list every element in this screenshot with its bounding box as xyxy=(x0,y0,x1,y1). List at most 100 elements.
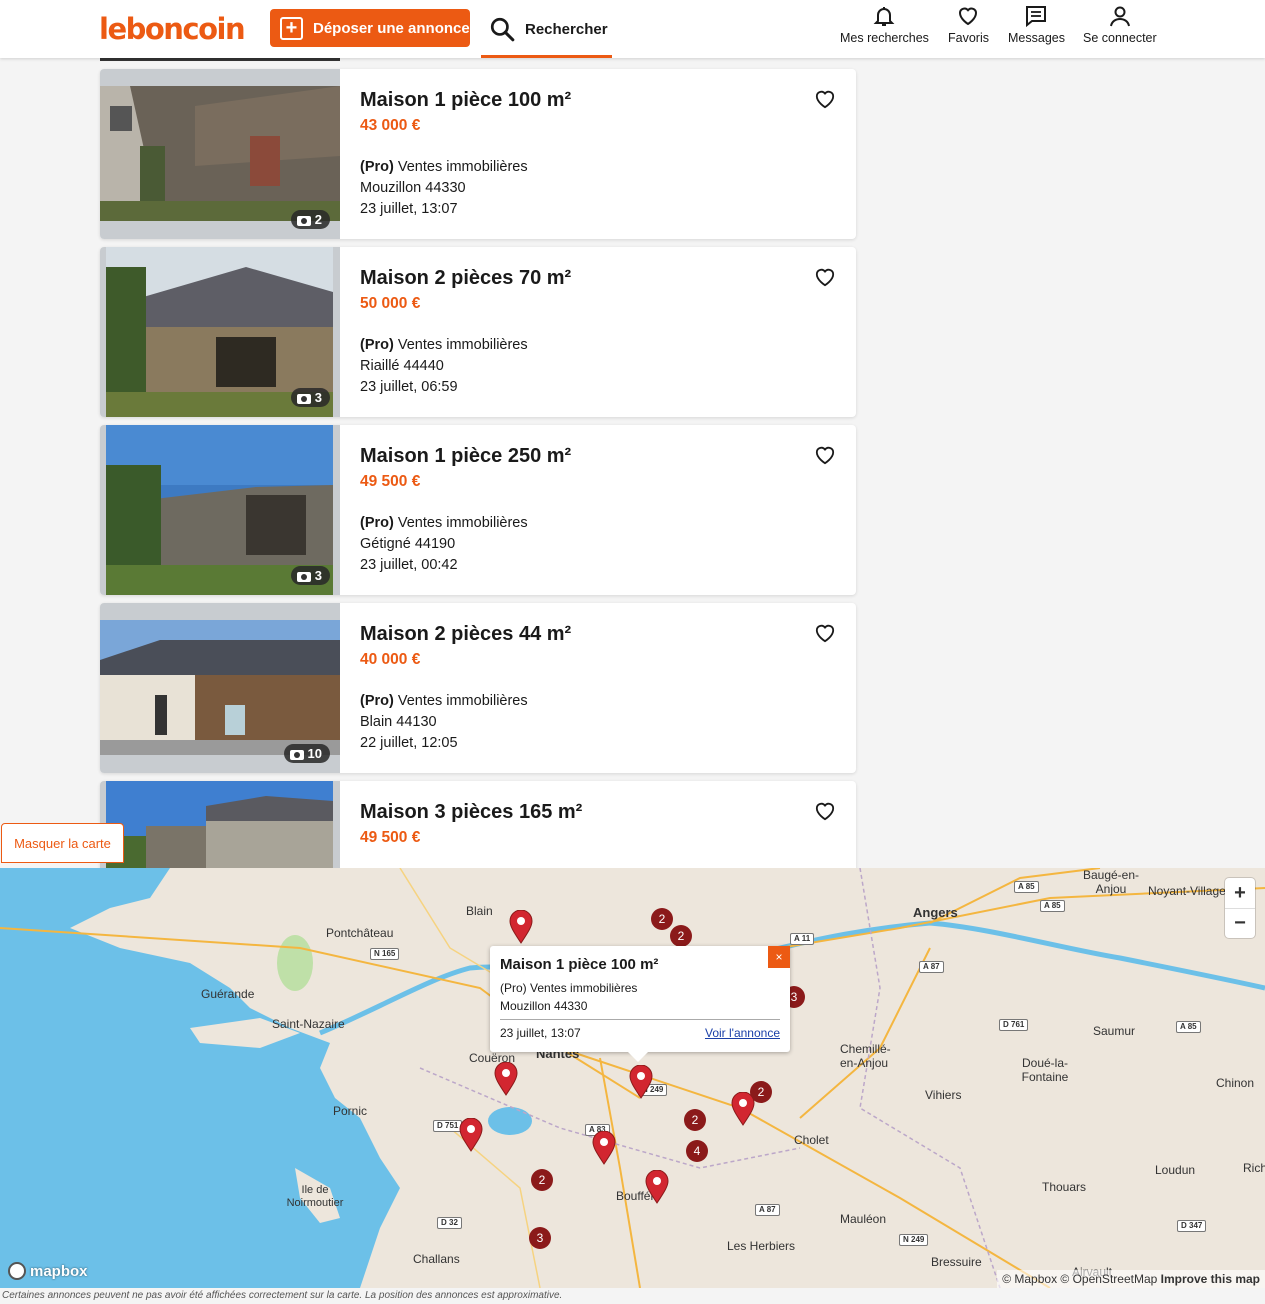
listing-title[interactable]: Maison 3 pièces 165 m² xyxy=(360,801,582,824)
favorite-heart-icon[interactable] xyxy=(814,445,836,465)
photo-count-badge: 2 xyxy=(290,210,330,229)
map-cluster-marker[interactable]: 2 xyxy=(684,1109,706,1131)
listing-photo xyxy=(100,86,340,221)
map-road-label: A 87 xyxy=(919,961,944,973)
map-cluster-marker[interactable]: 2 xyxy=(670,925,692,947)
map-road-label: D 347 xyxy=(1177,1220,1207,1232)
message-icon xyxy=(1026,6,1047,28)
zoom-in-button[interactable]: + xyxy=(1225,878,1255,908)
map-road-label: A 11 xyxy=(790,933,815,945)
nav-favorites[interactable]: Favoris xyxy=(948,4,989,54)
improve-map-link[interactable]: Improve this map xyxy=(1161,1272,1260,1286)
listing-card[interactable]: 3 Maison 1 pièce 250 m² 49 500 € (Pro) V… xyxy=(100,425,856,595)
popup-view-ad-link[interactable]: Voir l'annonce xyxy=(705,1026,780,1040)
photo-count-badge: 3 xyxy=(290,388,330,407)
mapbox-logo-icon xyxy=(8,1262,26,1280)
leboncoin-logo[interactable]: leboncoin xyxy=(99,12,246,46)
map-place-label: Challans xyxy=(413,1252,460,1266)
listing-price: 49 500 € xyxy=(360,473,421,490)
popup-divider xyxy=(500,1019,780,1020)
map-road-label: N 165 xyxy=(370,948,400,960)
map-place-label: Les Herbiers xyxy=(727,1239,796,1253)
map-place-label: Blain xyxy=(466,904,493,918)
listing-date: 22 juillet, 12:05 xyxy=(360,735,458,751)
listing-thumbnail[interactable]: 2 xyxy=(100,69,340,239)
map-place-label: Loudun xyxy=(1155,1163,1196,1177)
nav-label: Mes recherches xyxy=(840,31,929,45)
map-pin-icon[interactable] xyxy=(494,1062,518,1096)
listing-location: Blain 44130 xyxy=(360,714,437,730)
map-place-label: Saumur xyxy=(1093,1024,1136,1038)
listing-title[interactable]: Maison 2 pièces 44 m² xyxy=(360,623,571,646)
map-cluster-marker[interactable]: 2 xyxy=(531,1169,553,1191)
map-pin-icon[interactable] xyxy=(459,1118,483,1152)
camera-icon xyxy=(296,571,311,582)
popup-location: Mouzillon 44330 xyxy=(500,999,588,1013)
map-view[interactable]: Blain Pontchâteau Guérande Saint-Nazaire… xyxy=(0,868,1265,1288)
search-tab[interactable]: Rechercher xyxy=(481,0,612,58)
map-place-label: Bressuire xyxy=(931,1255,982,1269)
popup-close-button[interactable]: × xyxy=(768,946,790,968)
nav-messages[interactable]: Messages xyxy=(1008,4,1065,54)
listing-card[interactable]: 3 Maison 2 pièces 70 m² 50 000 € (Pro) V… xyxy=(100,247,856,417)
map-place-label: Ile de Noirmoutier xyxy=(286,1184,344,1209)
bell-icon xyxy=(874,7,895,26)
listing-thumbnail[interactable]: 3 xyxy=(100,425,340,595)
listing-title[interactable]: Maison 1 pièce 250 m² xyxy=(360,445,571,468)
favorite-heart-icon[interactable] xyxy=(814,89,836,109)
listing-price: 40 000 € xyxy=(360,651,421,668)
post-ad-button[interactable]: + Déposer une annonce xyxy=(270,9,470,47)
listing-photo xyxy=(100,620,340,755)
favorite-heart-icon[interactable] xyxy=(814,801,836,821)
listing-card[interactable]: 2 Maison 1 pièce 100 m² 43 000 € (Pro) V… xyxy=(100,69,856,239)
camera-icon xyxy=(289,749,304,760)
map-zoom-controls: + − xyxy=(1225,878,1255,938)
map-pin-icon[interactable] xyxy=(592,1131,616,1165)
nav-saved-searches[interactable]: Mes recherches xyxy=(840,4,929,54)
zoom-out-button[interactable]: − xyxy=(1225,908,1255,938)
map-place-label: Mauléon xyxy=(840,1212,887,1226)
map-pin-icon[interactable] xyxy=(509,910,533,944)
map-road-label: A 87 xyxy=(755,1204,780,1216)
listing-card[interactable]: 10 Maison 2 pièces 44 m² 40 000 € (Pro) … xyxy=(100,603,856,773)
listing-seller: (Pro) Ventes immobilières xyxy=(360,159,528,175)
mapbox-logo[interactable]: mapbox xyxy=(8,1262,88,1280)
listing-thumbnail[interactable]: 10 xyxy=(100,603,340,773)
hide-map-button[interactable]: Masquer la carte xyxy=(1,823,124,863)
map-road-label: A 85 xyxy=(1014,881,1039,893)
map-pin-icon[interactable] xyxy=(629,1065,653,1099)
nav-label: Messages xyxy=(1008,31,1065,45)
listing-title[interactable]: Maison 2 pièces 70 m² xyxy=(360,267,571,290)
user-icon xyxy=(1109,6,1130,27)
plus-icon: + xyxy=(280,16,303,40)
map-cluster-marker[interactable]: 4 xyxy=(686,1140,708,1162)
favorite-heart-icon[interactable] xyxy=(814,623,836,643)
search-icon xyxy=(490,17,515,42)
camera-icon xyxy=(296,215,311,226)
map-road-label: D 751 xyxy=(433,1120,463,1132)
map-place-label: Thouars xyxy=(1042,1180,1087,1194)
listing-location: Mouzillon 44330 xyxy=(360,180,466,196)
listing-location: Gétigné 44190 xyxy=(360,536,456,552)
map-place-label: Noyant-Villages xyxy=(1148,884,1232,898)
map-cluster-marker[interactable]: 3 xyxy=(529,1227,551,1249)
map-pin-icon[interactable] xyxy=(731,1092,755,1126)
map-place-label: Saint-Nazaire xyxy=(272,1017,345,1031)
favorite-heart-icon[interactable] xyxy=(814,267,836,287)
popup-seller: (Pro) Ventes immobilières xyxy=(500,981,638,995)
listing-title[interactable]: Maison 1 pièce 100 m² xyxy=(360,89,571,112)
map-place-label: Rich xyxy=(1243,1161,1265,1175)
map-place-label: Angers xyxy=(913,905,958,920)
listing-thumbnail[interactable]: 3 xyxy=(100,247,340,417)
photo-count-badge: 10 xyxy=(283,744,330,763)
map-place-label: Vihiers xyxy=(925,1088,962,1102)
top-header: leboncoin + Déposer une annonce Recherch… xyxy=(0,0,1265,58)
nav-login[interactable]: Se connecter xyxy=(1083,4,1157,54)
popup-title: Maison 1 pièce 100 m² xyxy=(500,956,659,973)
listing-location: Riaillé 44440 xyxy=(360,358,444,374)
map-pin-icon[interactable] xyxy=(645,1170,669,1204)
map-cluster-marker[interactable]: 2 xyxy=(651,908,673,930)
map-place-label: Baugé-en-Anjou xyxy=(1082,868,1140,896)
listing-price: 49 500 € xyxy=(360,829,421,846)
map-road-label: N 249 xyxy=(899,1234,929,1246)
